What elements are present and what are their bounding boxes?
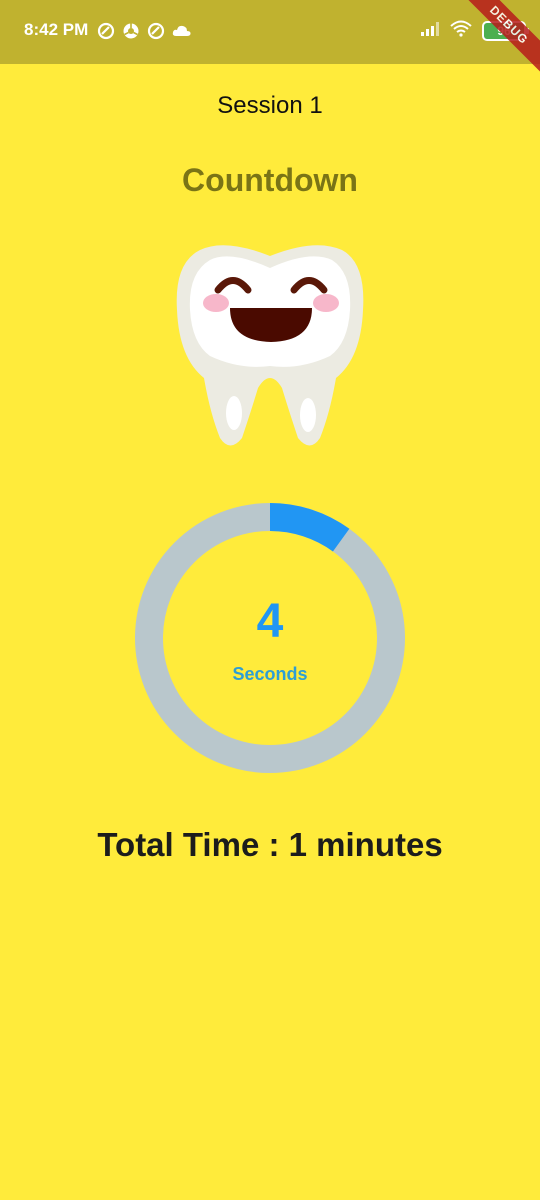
cloud-icon (172, 22, 191, 40)
countdown-timer: 4 Seconds (130, 498, 410, 778)
status-bar: 8:42 PM DEBUG (0, 0, 540, 79)
signal-icon (420, 21, 440, 42)
smiling-tooth-icon (170, 238, 370, 453)
app-icon (147, 22, 165, 40)
countdown-unit: Seconds (232, 664, 308, 684)
page-title: Countdown (182, 162, 358, 198)
app-icon (97, 22, 115, 40)
status-notification-icons (97, 22, 191, 40)
session-title: Session 1 (217, 92, 323, 119)
wifi-icon (450, 20, 472, 42)
total-time-label: Total Time : 1 minutes (97, 826, 443, 863)
countdown-value: 4 (256, 595, 284, 648)
chrome-icon (122, 22, 140, 40)
status-time: 8:42 PM (24, 20, 89, 39)
app-screen: 8:42 PM DEBUG Session 1 Countdown 4 Seco… (0, 0, 540, 1200)
